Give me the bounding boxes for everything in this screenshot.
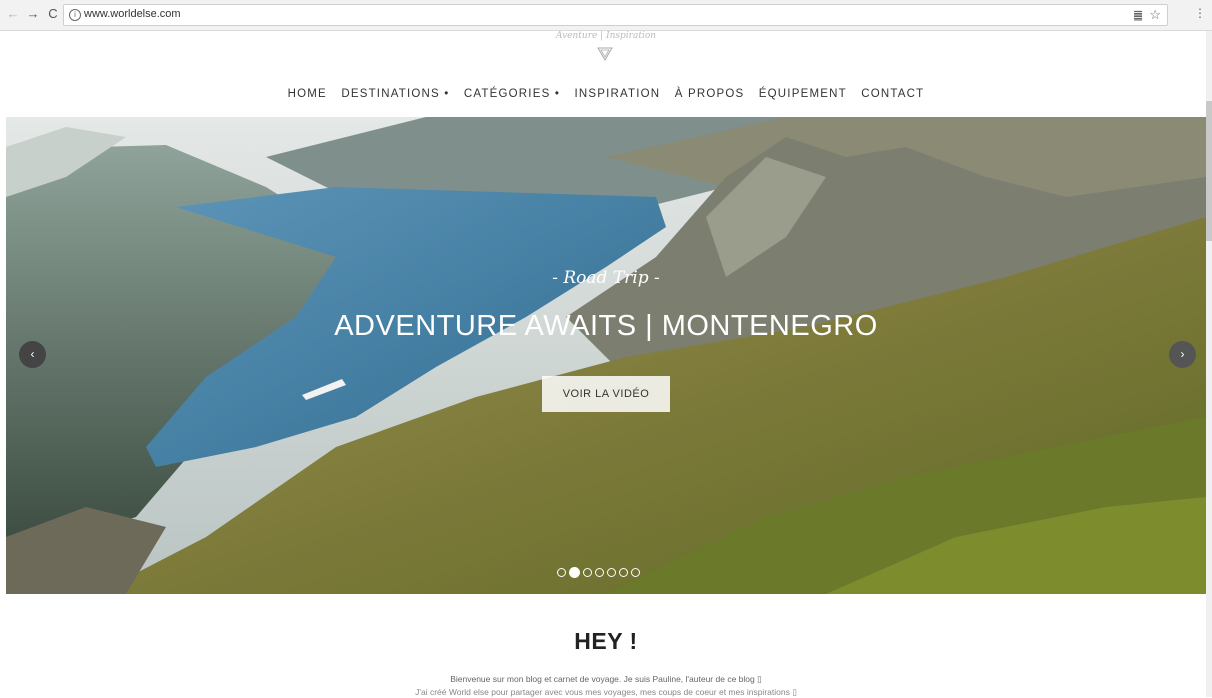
nav-destinations[interactable]: DESTINATIONS • (341, 88, 449, 100)
url-text[interactable]: www.worldelse.com (84, 8, 181, 20)
browser-toolbar: ← → C i www.worldelse.com ䷀ ☆ ⋮ (0, 0, 1212, 31)
slide-dot[interactable] (595, 568, 604, 577)
hero-slider: - Road Trip - ADVENTURE AWAITS | MONTENE… (6, 117, 1206, 594)
slide-dot[interactable] (631, 568, 640, 577)
slide-dot[interactable] (607, 568, 616, 577)
main-navigation: HOME DESTINATIONS • CATÉGORIES • INSPIRA… (0, 88, 1212, 100)
slide-dot[interactable] (583, 568, 592, 577)
slide-dot[interactable] (619, 568, 628, 577)
nav-a-propos[interactable]: À PROPOS (675, 88, 745, 100)
page-scrollbar[interactable] (1206, 31, 1212, 697)
forward-icon[interactable]: → (26, 7, 40, 21)
slide-dot[interactable] (557, 568, 566, 577)
hero-title: ADVENTURE AWAITS | MONTENEGRO (334, 310, 878, 342)
slider-next-button[interactable]: › (1169, 341, 1196, 368)
bookmark-star-icon[interactable]: ☆ (1149, 7, 1161, 23)
nav-home[interactable]: HOME (288, 88, 327, 100)
intro-text-line1: Bienvenue sur mon blog et carnet de voya… (450, 674, 762, 684)
scrollbar-thumb[interactable] (1206, 101, 1212, 241)
intro-heading: HEY ! (574, 628, 638, 654)
slider-prev-button[interactable]: ‹ (19, 341, 46, 368)
browser-menu-icon[interactable]: ⋮ (1194, 6, 1206, 20)
site-info-icon[interactable]: i (69, 9, 81, 21)
back-icon[interactable]: ← (6, 7, 20, 21)
slider-pagination (557, 566, 657, 580)
site-tagline: Aventure | Inspiration (555, 31, 657, 41)
intro-text-line2: J'ai créé World else pour partager avec … (415, 687, 797, 697)
hero-subtitle: - Road Trip - (552, 268, 660, 288)
watch-video-button[interactable]: VOIR LA VIDÉO (542, 376, 670, 412)
nav-categories[interactable]: CATÉGORIES • (464, 88, 560, 100)
address-bar[interactable]: i www.worldelse.com ䷀ ☆ (63, 4, 1168, 26)
nav-contact[interactable]: CONTACT (861, 88, 924, 100)
slide-dot-active[interactable] (569, 567, 580, 578)
logo-diamond-icon[interactable] (597, 46, 613, 62)
hero-landscape-image (6, 117, 1206, 594)
reader-mode-icon[interactable]: ䷀ (1133, 9, 1143, 22)
reload-icon[interactable]: C (46, 7, 60, 21)
nav-inspiration[interactable]: INSPIRATION (574, 88, 660, 100)
nav-equipement[interactable]: ÉQUIPEMENT (759, 88, 847, 100)
